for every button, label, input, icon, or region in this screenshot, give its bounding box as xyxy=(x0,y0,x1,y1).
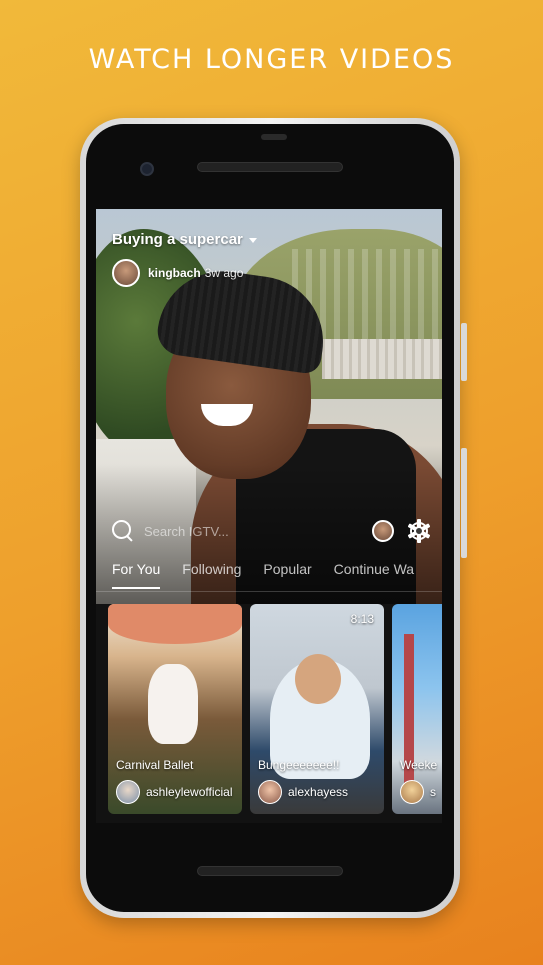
video-card[interactable]: Weeke s xyxy=(392,604,442,814)
video-card-user[interactable]: s xyxy=(400,780,436,804)
tab-continue-watching[interactable]: Continue Wa xyxy=(334,559,414,589)
carousel-canopy xyxy=(108,604,242,644)
ballet-dancer xyxy=(148,664,198,744)
earpiece-slot xyxy=(261,134,287,140)
video-card-user[interactable]: ashleylewofficial xyxy=(116,780,233,804)
jumper-face xyxy=(295,654,341,704)
search-icon[interactable] xyxy=(112,520,134,542)
tabs-divider xyxy=(96,591,442,592)
video-tray: Carnival Ballet ashleylewofficial 8:13 B… xyxy=(96,604,442,823)
post-time: 3w ago xyxy=(204,266,244,280)
video-card-title: Bungeeeeeee!! xyxy=(258,758,340,772)
search-bar[interactable]: Search IGTV... xyxy=(112,517,431,545)
video-title[interactable]: Buying a supercar xyxy=(112,231,257,248)
video-title-text: Buying a supercar xyxy=(112,231,243,248)
video-card[interactable]: Carnival Ballet ashleylewofficial xyxy=(108,604,242,814)
railing xyxy=(322,339,442,379)
video-card-username[interactable]: alexhayess xyxy=(288,785,348,799)
settings-icon[interactable] xyxy=(407,519,431,543)
video-card-title: Weeke xyxy=(400,758,438,772)
app-screen: Buying a supercar kingbach 3w ago Search… xyxy=(96,209,442,823)
video-card-username[interactable]: ashleylewofficial xyxy=(146,785,233,799)
gear-hole xyxy=(414,526,424,536)
volume-button xyxy=(461,448,467,558)
power-button xyxy=(461,323,467,381)
headline: WATCH LONGER VIDEOS xyxy=(88,44,455,75)
tab-popular[interactable]: Popular xyxy=(263,559,311,589)
video-duration: 8:13 xyxy=(350,612,374,626)
author-row[interactable]: kingbach 3w ago xyxy=(112,259,243,287)
tab-following[interactable]: Following xyxy=(182,559,241,589)
avatar[interactable] xyxy=(258,780,282,804)
top-speaker xyxy=(197,162,343,172)
video-card-user[interactable]: alexhayess xyxy=(258,780,348,804)
caret-down-icon xyxy=(248,237,257,243)
featured-video[interactable]: Buying a supercar kingbach 3w ago Search… xyxy=(96,209,442,604)
tab-bar: For You Following Popular Continue Wa xyxy=(112,559,442,595)
avatar[interactable] xyxy=(116,780,140,804)
bottom-speaker xyxy=(197,866,343,876)
video-card[interactable]: 8:13 Bungeeeeeee!! alexhayess xyxy=(250,604,384,814)
video-card-username[interactable]: s xyxy=(430,785,436,799)
video-card-title: Carnival Ballet xyxy=(116,758,194,772)
avatar[interactable] xyxy=(400,780,424,804)
profile-icon[interactable] xyxy=(372,520,394,542)
author-name[interactable]: kingbach xyxy=(148,266,201,280)
avatar[interactable] xyxy=(112,259,140,287)
search-input[interactable]: Search IGTV... xyxy=(144,524,372,539)
tab-for-you[interactable]: For You xyxy=(112,559,161,589)
front-camera xyxy=(140,162,154,176)
